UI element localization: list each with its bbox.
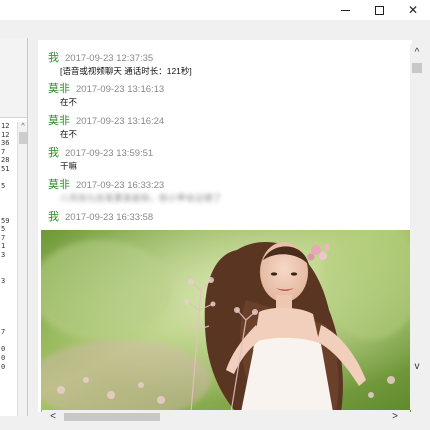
scroll-up-icon[interactable]: ^ xyxy=(18,122,28,132)
left-list-item[interactable] xyxy=(0,302,16,311)
sender-name: 我 xyxy=(48,211,59,223)
message-header: 莫非 2017-09-23 16:33:23 xyxy=(48,179,408,192)
left-list-item[interactable] xyxy=(0,320,16,329)
minimize-button[interactable] xyxy=(328,0,362,20)
message-time: 2017-09-23 13:16:24 xyxy=(76,116,165,127)
message-header: 莫非 2017-09-23 13:16:24 xyxy=(48,115,408,128)
left-list-item[interactable] xyxy=(0,191,16,200)
left-list-item[interactable]: 7 xyxy=(0,234,16,243)
left-list-item[interactable] xyxy=(0,260,16,269)
message: 我 2017-09-23 13:59:51 干嘛 xyxy=(48,147,408,173)
scroll-right-icon[interactable]: > xyxy=(388,410,402,424)
sender-name: 我 xyxy=(48,147,59,159)
message-header: 莫非 2017-09-23 13:16:13 xyxy=(48,83,408,96)
vertical-scroll-thumb[interactable] xyxy=(412,63,422,73)
left-list-item[interactable]: 5 xyxy=(0,225,16,234)
left-panel-header xyxy=(0,38,27,118)
left-list-item[interactable] xyxy=(0,294,16,303)
message-time: 2017-09-23 12:37:35 xyxy=(65,53,154,64)
left-list-item[interactable] xyxy=(0,174,16,183)
message-body: 在不 xyxy=(60,97,78,107)
horizontal-scroll-thumb[interactable] xyxy=(64,413,160,421)
message: 莫非 2017-09-23 13:16:24 在不 xyxy=(48,115,408,141)
message-header: 我 2017-09-23 16:33:58 xyxy=(48,211,408,224)
message: 莫非 2017-09-23 13:16:13 在不 xyxy=(48,83,408,109)
attached-photo[interactable] xyxy=(41,230,411,412)
message-header: 我 2017-09-23 13:59:51 xyxy=(48,147,408,160)
left-scroll-thumb[interactable] xyxy=(19,132,27,144)
scroll-up-icon[interactable]: ^ xyxy=(410,46,424,60)
maximize-icon xyxy=(374,5,384,15)
horizontal-scrollbar[interactable]: < > xyxy=(42,410,410,424)
message: 莫非 2017-09-23 16:33:23 八月份九份发票发给你，你小甲也记得了 xyxy=(48,179,408,205)
left-list-item[interactable]: 0 xyxy=(0,354,16,363)
message: 我 2017-09-23 12:37:35 [语音或视频聊天 通话时长：121秒] xyxy=(48,52,408,78)
left-list-item[interactable]: 7 xyxy=(0,328,16,337)
close-icon: ✕ xyxy=(407,3,419,17)
message-body: [语音或视频聊天 通话时长：121秒] xyxy=(60,66,192,76)
message-time: 2017-09-23 16:33:23 xyxy=(76,180,165,191)
photo-image xyxy=(41,230,411,412)
left-list-item[interactable]: 28 xyxy=(0,156,16,165)
chat-history-window: ✕ 12123672851559571337000 ^ v 我2017-09-2… xyxy=(0,0,430,430)
vertical-scrollbar[interactable]: ^ v xyxy=(410,44,424,410)
sender-name: 我 xyxy=(48,52,59,64)
title-bar: ✕ xyxy=(0,0,430,20)
message-panel: 我 2017-09-23 12:37:35 [语音或视频聊天 通话时长：121秒]… xyxy=(38,40,412,412)
left-list-item[interactable]: 12 xyxy=(0,122,16,131)
left-list-item[interactable]: 0 xyxy=(0,345,16,354)
scroll-left-icon[interactable]: < xyxy=(46,410,60,424)
left-list-item[interactable]: 1 xyxy=(0,242,16,251)
sender-name: 莫非 xyxy=(48,115,70,127)
left-list-item[interactable]: 36 xyxy=(0,139,16,148)
left-list-item[interactable] xyxy=(0,311,16,320)
left-list-item[interactable] xyxy=(0,337,16,346)
left-list-item[interactable]: 0 xyxy=(0,363,16,372)
left-list-item[interactable] xyxy=(0,199,16,208)
message-time: 2017-09-23 16:33:58 xyxy=(65,212,154,223)
sender-name: 莫非 xyxy=(48,179,70,191)
left-list-item[interactable]: 5 xyxy=(0,182,16,191)
message-body: 干嘛 xyxy=(60,161,78,171)
left-value-list: 12 12 36 7 28 51 5 59 5 7 1 3 3 7 0 0 0 xyxy=(0,122,16,402)
scroll-down-icon[interactable]: v xyxy=(410,360,424,374)
left-scrollbar[interactable]: ^ xyxy=(17,122,27,416)
left-list-item[interactable]: 7 xyxy=(0,148,16,157)
left-list-item[interactable] xyxy=(0,268,16,277)
left-list-item[interactable]: 3 xyxy=(0,251,16,260)
message-body: 在不 xyxy=(60,129,78,139)
left-list-item[interactable]: 3 xyxy=(0,277,16,286)
left-panel: 12123672851559571337000 ^ v xyxy=(0,38,28,416)
message-header: 我 2017-09-23 12:37:35 xyxy=(48,52,408,65)
minimize-icon xyxy=(340,9,350,11)
message-body-blurred: 八月份九份发票发给你，你小甲也记得了 xyxy=(60,193,223,203)
close-button[interactable]: ✕ xyxy=(396,0,430,20)
left-list-item[interactable]: 12 xyxy=(0,131,16,140)
message: 我 2017-09-23 16:33:58 xyxy=(48,211,408,224)
left-list-item[interactable] xyxy=(0,208,16,217)
left-list-item[interactable]: 59 xyxy=(0,217,16,226)
message-time: 2017-09-23 13:16:13 xyxy=(76,84,165,95)
maximize-button[interactable] xyxy=(362,0,396,20)
left-list-item[interactable] xyxy=(0,285,16,294)
left-list-item[interactable]: 51 xyxy=(0,165,16,174)
sender-name: 莫非 xyxy=(48,83,70,95)
message-time: 2017-09-23 13:59:51 xyxy=(65,148,154,159)
